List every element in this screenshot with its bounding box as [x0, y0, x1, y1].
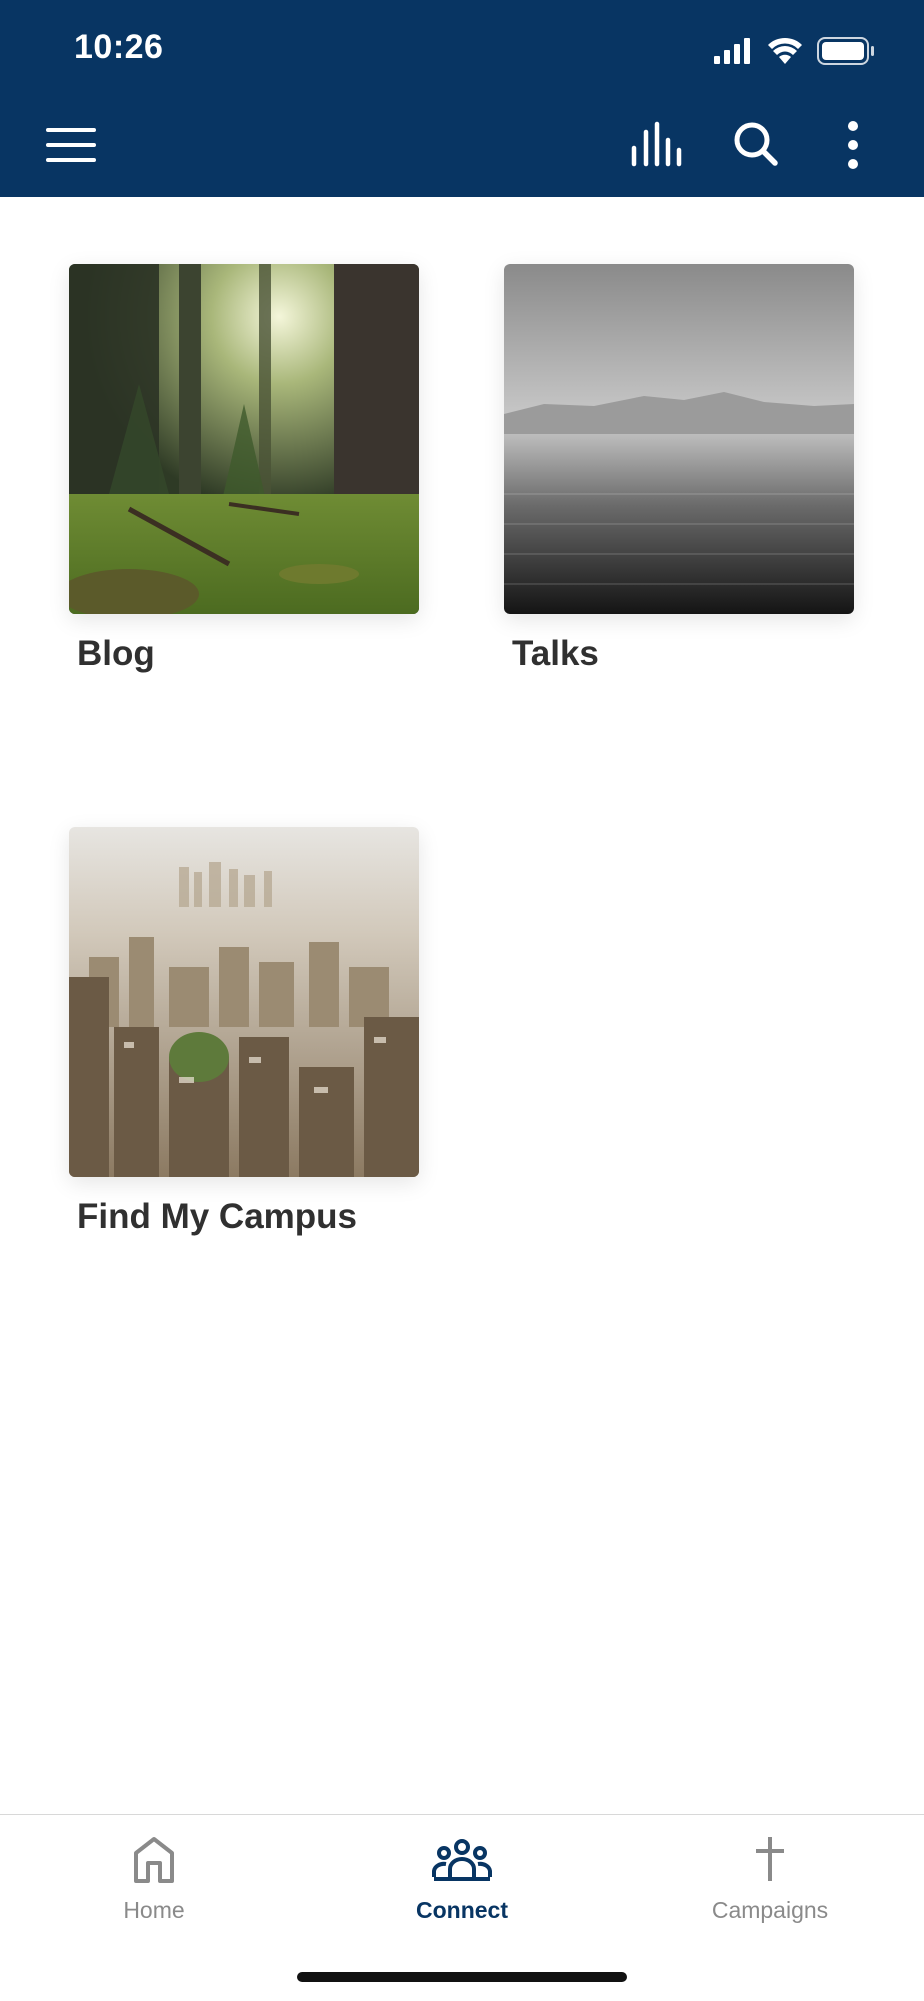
card-label: Talks — [512, 634, 599, 673]
card-label: Blog — [77, 634, 155, 673]
search-icon[interactable] — [732, 120, 780, 170]
cellular-signal-icon — [714, 38, 750, 64]
battery-icon — [817, 37, 874, 65]
tab-label: Connect — [416, 1897, 508, 1923]
tab-label: Home — [123, 1897, 185, 1923]
home-icon — [134, 1837, 174, 1883]
talks-card[interactable]: Talks — [504, 264, 854, 674]
tab-connect[interactable]: Connect — [308, 1815, 616, 1945]
people-icon — [432, 1839, 492, 1881]
card-label: Find My Campus — [77, 1197, 358, 1236]
wifi-icon — [768, 37, 802, 64]
audio-bars-icon[interactable] — [630, 120, 684, 170]
forest-photo — [69, 264, 419, 614]
tab-campaigns[interactable]: Campaigns — [616, 1815, 924, 1945]
find-my-campus-card[interactable]: Find My Campus — [69, 827, 419, 1237]
tab-label: Campaigns — [711, 1897, 829, 1923]
home-indicator[interactable] — [297, 1972, 627, 1982]
status-time: 10:26 — [74, 28, 164, 66]
cross-icon — [756, 1837, 784, 1881]
app-header: 10:26 — [0, 0, 924, 197]
menu-icon[interactable] — [46, 128, 96, 164]
lake-mountains-photo — [504, 264, 854, 614]
status-icons — [714, 37, 874, 65]
blog-card[interactable]: Blog — [69, 264, 419, 674]
tab-home[interactable]: Home — [0, 1815, 308, 1945]
city-aerial-photo — [69, 827, 419, 1177]
more-vertical-icon[interactable] — [846, 120, 860, 170]
